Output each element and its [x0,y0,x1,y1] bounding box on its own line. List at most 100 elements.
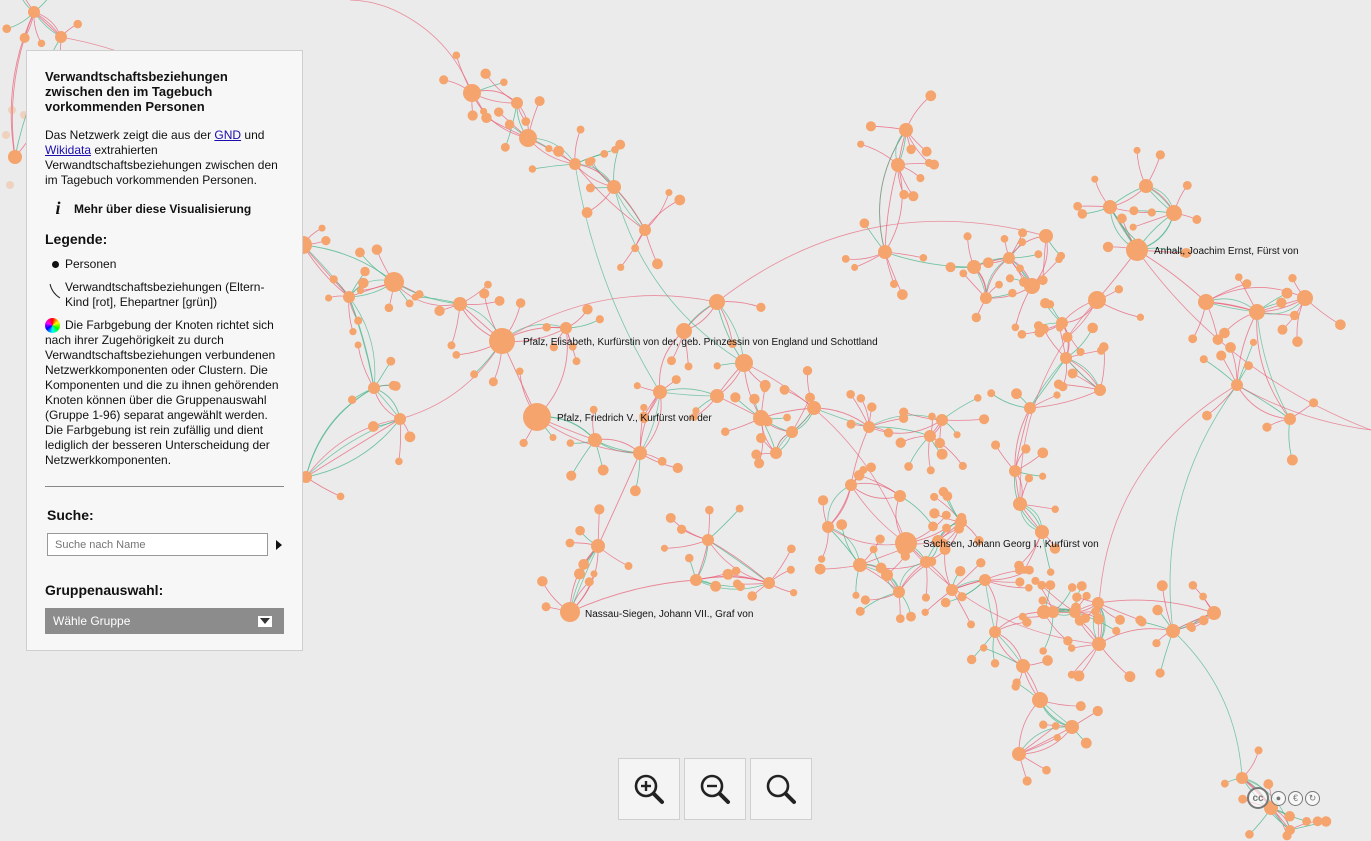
person-node[interactable] [581,207,593,218]
person-node[interactable] [1067,368,1078,379]
person-node[interactable] [1053,733,1061,742]
person-node[interactable] [1199,355,1208,364]
person-node[interactable] [1011,323,1020,332]
person-node[interactable] [942,491,953,502]
person-node[interactable] [594,504,605,515]
person-node[interactable] [553,145,565,157]
person-node[interactable] [921,608,929,616]
person-node[interactable] [953,431,961,439]
person-node[interactable] [542,322,551,332]
person-node[interactable] [1220,779,1229,788]
person-node[interactable] [1032,692,1048,708]
person-node[interactable] [875,534,885,544]
person-node[interactable] [452,51,461,60]
person-node[interactable] [753,410,769,426]
person-node[interactable] [1114,285,1124,294]
person-node[interactable] [989,626,1001,638]
person-node[interactable] [55,31,67,43]
person-node[interactable] [633,446,647,460]
person-node[interactable] [607,180,621,194]
person-node[interactable] [928,521,938,532]
person-node[interactable] [660,544,668,552]
person-node[interactable] [995,280,1003,289]
person-node[interactable] [1207,606,1221,620]
person-node[interactable] [484,280,492,289]
person-node[interactable] [674,194,686,206]
person-node[interactable] [560,602,580,622]
person-node[interactable] [974,394,982,402]
person-node[interactable] [587,156,596,165]
person-node[interactable] [1067,583,1077,592]
wikidata-link[interactable]: Wikidata [45,143,91,157]
person-node[interactable] [982,257,994,269]
person-node[interactable] [867,402,877,412]
person-node[interactable] [1115,614,1125,625]
person-node[interactable] [1015,264,1024,273]
person-node[interactable] [584,577,594,587]
person-node[interactable] [384,303,394,313]
person-node[interactable] [1297,290,1313,306]
person-node[interactable] [653,385,667,399]
person-node[interactable] [1024,278,1040,294]
person-node[interactable] [349,328,357,336]
person-node[interactable] [878,245,892,259]
person-node[interactable] [1277,324,1288,335]
person-node[interactable] [979,414,990,425]
person-node[interactable] [1009,465,1021,477]
person-node[interactable] [1198,615,1209,626]
person-node[interactable] [1116,213,1127,224]
person-node[interactable] [325,294,333,302]
person-node[interactable] [479,288,490,299]
person-node[interactable] [595,315,604,324]
person-node[interactable] [1245,830,1254,839]
person-node[interactable] [865,121,876,132]
person-node[interactable] [405,299,414,308]
person-node[interactable] [1024,474,1034,483]
person-node[interactable] [786,565,795,574]
person-node[interactable] [980,644,988,652]
person-node[interactable] [940,597,951,608]
person-node[interactable] [722,568,734,580]
person-node[interactable] [1155,668,1165,678]
person-node[interactable] [1147,208,1156,217]
person-node[interactable] [2,131,10,139]
person-node[interactable] [955,516,967,528]
person-node[interactable] [343,291,355,303]
person-node[interactable] [853,470,865,481]
person-node[interactable] [710,389,724,403]
person-node[interactable] [1018,238,1027,247]
person-node[interactable] [2,24,12,34]
person-node[interactable] [1152,639,1161,648]
person-node[interactable] [1312,816,1323,827]
person-node[interactable] [591,539,605,553]
person-node[interactable] [480,68,491,79]
person-node[interactable] [1188,334,1198,344]
person-node[interactable] [463,84,481,102]
person-node[interactable] [959,269,968,278]
person-node[interactable] [1186,622,1195,631]
person-node[interactable] [866,462,876,473]
person-node[interactable] [971,312,982,323]
person-node[interactable] [470,370,479,379]
person-node[interactable] [976,558,986,568]
person-node[interactable] [710,580,722,592]
person-node[interactable] [756,302,766,312]
person-node[interactable] [394,413,406,425]
person-node[interactable] [1051,505,1059,513]
person-node[interactable] [1276,297,1287,308]
person-node[interactable] [1335,319,1346,330]
person-node[interactable] [1016,659,1030,673]
person-node[interactable] [489,328,515,354]
person-node[interactable] [1065,720,1079,734]
person-node[interactable] [1008,288,1017,298]
person-node[interactable] [921,146,932,157]
person-node[interactable] [1102,241,1114,253]
person-node[interactable] [521,117,531,126]
person-node[interactable] [1080,613,1091,624]
person-node[interactable] [1039,472,1047,480]
person-node[interactable] [713,362,721,370]
person-node[interactable] [467,110,478,121]
person-node[interactable] [1024,402,1036,414]
person-node[interactable] [859,218,870,229]
person-node[interactable] [1249,304,1265,320]
